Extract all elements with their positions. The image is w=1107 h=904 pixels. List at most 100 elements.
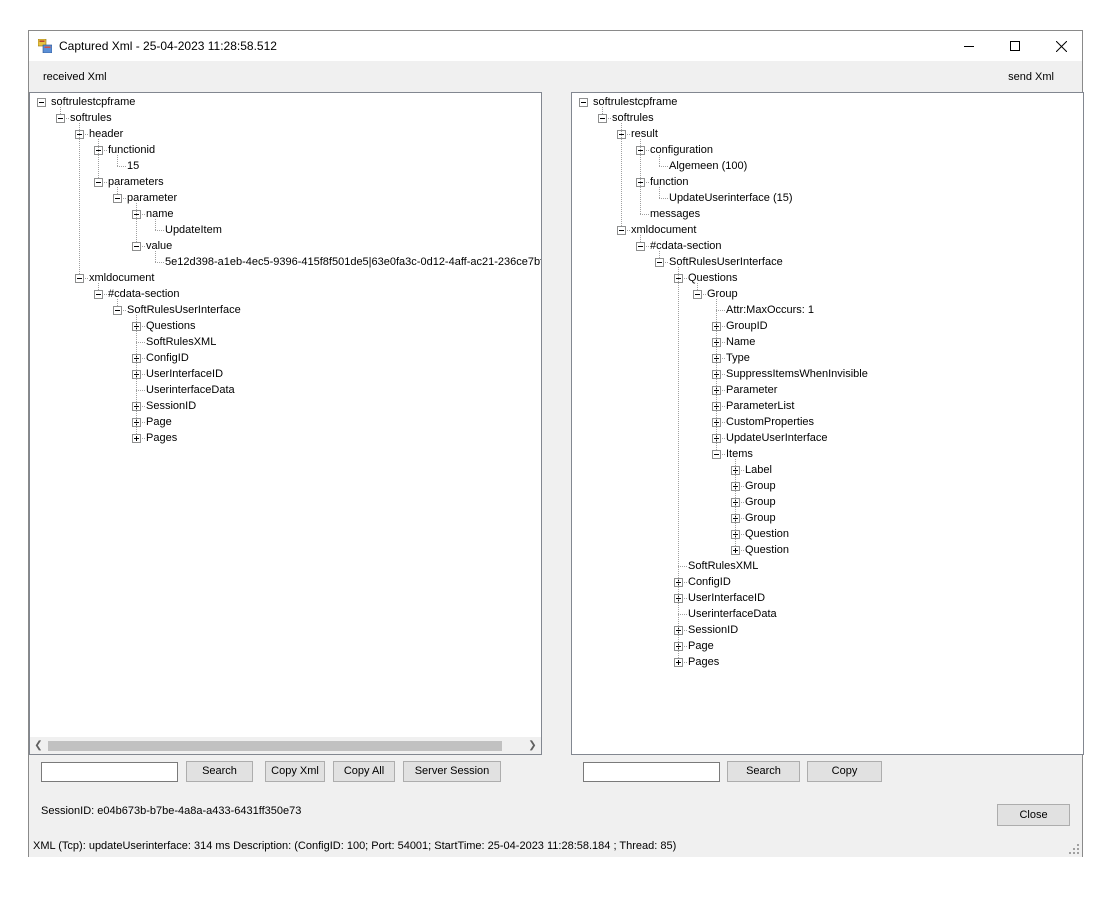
tree-node-label[interactable]: SoftRulesXML <box>688 558 758 574</box>
collapse-icon[interactable] <box>132 242 141 251</box>
tree-node-label[interactable]: 15 <box>127 158 139 174</box>
collapse-icon[interactable] <box>113 306 122 315</box>
collapse-icon[interactable] <box>655 258 664 267</box>
maximize-button[interactable] <box>992 31 1038 61</box>
collapse-icon[interactable] <box>617 226 626 235</box>
tree-node-label[interactable]: name <box>146 206 174 222</box>
title-bar[interactable]: Captured Xml - 25-04-2023 11:28:58.512 <box>29 31 1082 61</box>
tree-node-label[interactable]: UserInterfaceID <box>146 366 223 382</box>
tree-node-label[interactable]: Questions <box>688 270 738 286</box>
tree-node-label[interactable]: UpdateItem <box>165 222 222 238</box>
send-xml-tree[interactable]: softrulestcpframe softrules result configur… <box>571 92 1084 755</box>
tree-connector-line <box>155 219 156 230</box>
tree-node-label[interactable]: Pages <box>688 654 719 670</box>
minimize-button[interactable] <box>946 31 992 61</box>
tree-node-label[interactable]: UpdateUserInterface <box>726 430 828 446</box>
tree-node-label[interactable]: function <box>650 174 689 190</box>
collapse-icon[interactable] <box>712 450 721 459</box>
tree-node-label[interactable]: Parameter <box>726 382 777 398</box>
copy-xml-button[interactable]: Copy Xml <box>265 761 325 782</box>
tree-node-label[interactable]: parameter <box>127 190 177 206</box>
collapse-icon[interactable] <box>598 114 607 123</box>
collapse-icon[interactable] <box>94 290 103 299</box>
tree-node-label[interactable]: Attr:MaxOccurs: 1 <box>726 302 814 318</box>
tree-node-label[interactable]: 5e12d398-a1eb-4ec5-9396-415f8f501de5|63e… <box>165 254 541 270</box>
tree-connector-line <box>98 139 99 182</box>
close-window-button[interactable] <box>1038 31 1084 61</box>
tree-node-label[interactable]: Group <box>745 478 776 494</box>
left-search-input[interactable] <box>41 762 178 782</box>
copy-button[interactable]: Copy <box>807 761 882 782</box>
tree-node-label[interactable]: GroupID <box>726 318 768 334</box>
horizontal-scrollbar[interactable]: ❮ ❯ <box>30 737 541 754</box>
tree-node-label[interactable]: Page <box>146 414 172 430</box>
tree-node-label[interactable]: messages <box>650 206 700 222</box>
tree-connector-line <box>117 166 126 167</box>
tree-node-label[interactable]: Label <box>745 462 772 478</box>
tree-node-label[interactable]: SoftRulesUserInterface <box>669 254 783 270</box>
expand-icon[interactable] <box>674 658 683 667</box>
tree-node-label[interactable]: #cdata-section <box>650 238 722 254</box>
tree-node-label[interactable]: #cdata-section <box>108 286 180 302</box>
tree-node-label[interactable]: UserInterfaceID <box>688 590 765 606</box>
close-icon <box>1055 40 1067 52</box>
collapse-icon[interactable] <box>37 98 46 107</box>
tree-node-label[interactable]: Group <box>745 510 776 526</box>
tree-node-label[interactable]: Questions <box>146 318 196 334</box>
collapse-icon[interactable] <box>636 242 645 251</box>
tree-node-label[interactable]: SoftRulesXML <box>146 334 216 350</box>
left-search-button[interactable]: Search <box>186 761 253 782</box>
tree-node-label[interactable]: ParameterList <box>726 398 794 414</box>
tree-node-label[interactable]: Page <box>688 638 714 654</box>
tree-node-label[interactable]: softrulestcpframe <box>593 94 677 110</box>
close-button[interactable]: Close <box>997 804 1070 826</box>
tree-node-label[interactable]: Items <box>726 446 753 462</box>
tree-node-label[interactable]: Group <box>745 494 776 510</box>
scroll-left-icon[interactable]: ❮ <box>30 737 47 754</box>
tree-node-label[interactable]: ConfigID <box>688 574 731 590</box>
copy-all-button[interactable]: Copy All <box>333 761 395 782</box>
right-search-input[interactable] <box>583 762 720 782</box>
collapse-icon[interactable] <box>579 98 588 107</box>
tree-node-label[interactable]: Name <box>726 334 755 350</box>
tree-node-label[interactable]: softrules <box>70 110 112 126</box>
tree-connector-line <box>136 203 137 246</box>
scrollbar-thumb[interactable] <box>48 741 502 751</box>
tree-node-label[interactable]: header <box>89 126 123 142</box>
tree-node-label[interactable]: Algemeen (100) <box>669 158 747 174</box>
tree-node-label[interactable]: CustomProperties <box>726 414 814 430</box>
received-xml-label: received Xml <box>43 71 107 83</box>
tree-node-label[interactable]: Question <box>745 526 789 542</box>
tree-node-label[interactable]: SoftRulesUserInterface <box>127 302 241 318</box>
tree-connector-line <box>136 390 145 391</box>
tree-node-label[interactable]: UserinterfaceData <box>688 606 777 622</box>
minimize-icon <box>964 46 974 47</box>
tree-node-label[interactable]: UserinterfaceData <box>146 382 235 398</box>
tree-node-label[interactable]: result <box>631 126 658 142</box>
tree-node-label[interactable]: Pages <box>146 430 177 446</box>
tree-node-label[interactable]: Group <box>707 286 738 302</box>
tree-node-label[interactable]: SessionID <box>146 398 196 414</box>
tree-node-label[interactable]: SuppressItemsWhenInvisible <box>726 366 868 382</box>
tree-node-label[interactable]: Type <box>726 350 750 366</box>
collapse-icon[interactable] <box>56 114 65 123</box>
tree-node-label[interactable]: softrulestcpframe <box>51 94 135 110</box>
collapse-icon[interactable] <box>94 178 103 187</box>
server-session-button[interactable]: Server Session <box>403 761 501 782</box>
tree-node-label[interactable]: Question <box>745 542 789 558</box>
collapse-icon[interactable] <box>75 274 84 283</box>
expand-icon[interactable] <box>731 546 740 555</box>
right-search-button[interactable]: Search <box>727 761 800 782</box>
tree-node-label[interactable]: SessionID <box>688 622 738 638</box>
tree-node-label[interactable]: value <box>146 238 172 254</box>
resize-grip-icon[interactable] <box>1068 843 1080 855</box>
received-xml-tree[interactable]: softrulestcpframe softrules header function… <box>29 92 542 755</box>
scroll-right-icon[interactable]: ❯ <box>524 737 541 754</box>
tree-node-label[interactable]: softrules <box>612 110 654 126</box>
collapse-icon[interactable] <box>693 290 702 299</box>
tree-node-label[interactable]: UpdateUserinterface (15) <box>669 190 793 206</box>
tree-node-label[interactable]: ConfigID <box>146 350 189 366</box>
collapse-icon[interactable] <box>113 194 122 203</box>
expand-icon[interactable] <box>132 434 141 443</box>
tree-node-label[interactable]: functionid <box>108 142 155 158</box>
